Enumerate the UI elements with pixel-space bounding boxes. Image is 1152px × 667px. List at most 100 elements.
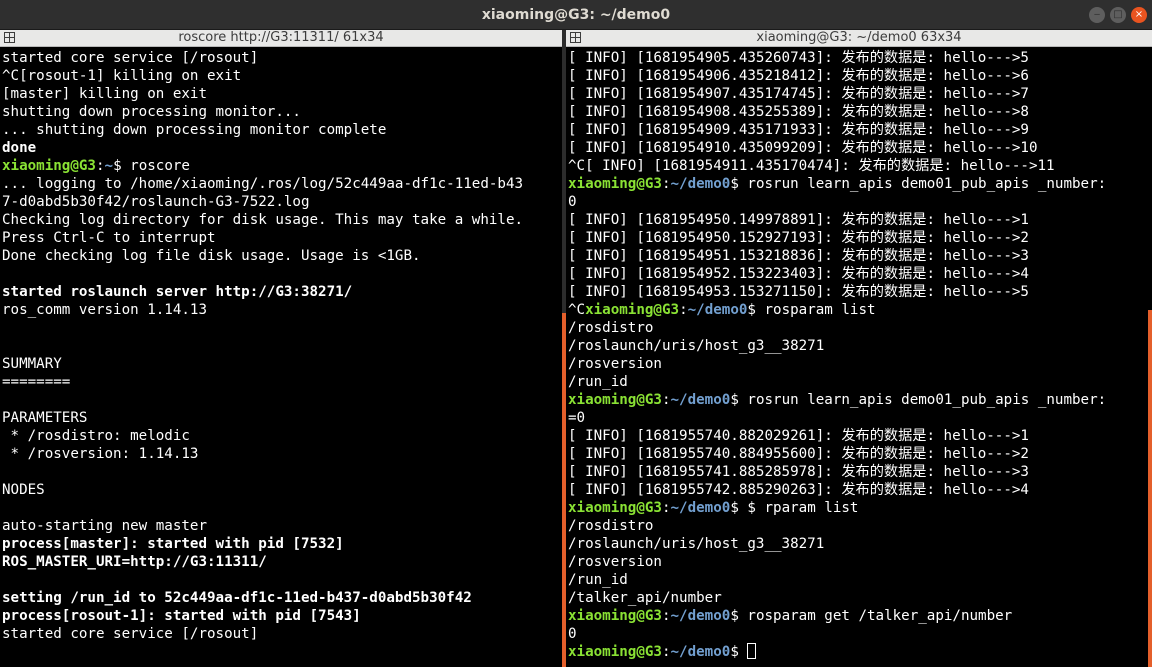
prompt-line: ^Cxiaoming@G3:~/demo0$ rosparam list bbox=[568, 301, 1106, 319]
minimize-button[interactable]: ‒ bbox=[1089, 7, 1105, 23]
terminal-text: =0 bbox=[568, 410, 586, 426]
terminal-text: /run_id bbox=[568, 374, 628, 390]
terminal-line: [ INFO] [1681955740.884955600]: 发布的数据是: … bbox=[568, 445, 1106, 463]
terminal-line: /run_id bbox=[568, 373, 1106, 391]
prompt-user: xiaoming@G3 bbox=[568, 644, 662, 660]
terminal-line: [ INFO] [1681954953.153271150]: 发布的数据是: … bbox=[568, 283, 1106, 301]
prompt-command: rosparam list bbox=[755, 302, 876, 318]
terminal-line: PARAMETERS bbox=[2, 409, 523, 427]
terminal-text: [ INFO] [1681955742.885290263]: 发布的数据是: … bbox=[568, 482, 1029, 498]
right-pane-title: xiaoming@G3: ~/demo0 63x34 bbox=[756, 30, 962, 45]
terminal-line: setting /run_id to 52c449aa-df1c-11ed-b4… bbox=[2, 589, 523, 607]
prompt-colon: : bbox=[661, 176, 671, 192]
maximize-icon: □ bbox=[1113, 9, 1123, 20]
terminal-cursor[interactable] bbox=[747, 643, 757, 659]
terminal-line: shutting down processing monitor... bbox=[2, 103, 523, 121]
terminal-text: /rosversion bbox=[568, 554, 662, 570]
window-titlebar[interactable]: xiaoming@G3: ~/demo0 ‒ □ × bbox=[0, 0, 1152, 30]
left-terminal-output: started core service [/rosout] ^C[rosout-… bbox=[2, 49, 523, 643]
terminal-text: [ INFO] [1681954910.435099209]: 发布的数据是: … bbox=[568, 140, 1038, 156]
terminal-text: shutting down processing monitor... bbox=[2, 104, 301, 120]
left-terminal-pane[interactable]: started core service [/rosout] ^C[rosout-… bbox=[0, 47, 562, 667]
close-icon: × bbox=[1134, 9, 1144, 20]
prompt-colon: : bbox=[661, 392, 671, 408]
prompt-dollar: $ bbox=[730, 176, 739, 192]
prompt-path: ~/demo0 bbox=[670, 392, 731, 408]
terminal-line: [ INFO] [1681954952.153223403]: 发布的数据是: … bbox=[568, 265, 1106, 283]
prompt-colon: : bbox=[661, 644, 671, 660]
prompt-colon: : bbox=[661, 608, 671, 624]
terminal-text: * /rosdistro: melodic bbox=[2, 428, 190, 444]
terminal-line: [ INFO] [1681954950.152927193]: 发布的数据是: … bbox=[568, 229, 1106, 247]
terminal-line: started core service [/rosout] bbox=[2, 49, 523, 67]
terminal-line: /rosdistro bbox=[568, 517, 1106, 535]
terminal-line: /roslaunch/uris/host_g3__38271 bbox=[568, 535, 1106, 553]
terminal-text: [ INFO] [1681954953.153271150]: 发布的数据是: … bbox=[568, 284, 1029, 300]
prompt-user: xiaoming@G3 bbox=[568, 392, 662, 408]
terminal-text: [master] killing on exit bbox=[2, 86, 207, 102]
right-pane-header[interactable]: xiaoming@G3: ~/demo0 63x34 bbox=[566, 30, 1152, 47]
prompt-dollar: $ bbox=[730, 608, 739, 624]
maximize-button[interactable]: □ bbox=[1110, 7, 1126, 23]
terminal-text: auto-starting new master bbox=[2, 518, 207, 534]
right-terminal-pane[interactable]: [ INFO] [1681954905.435260743]: 发布的数据是: … bbox=[566, 47, 1152, 667]
terminal-line: [master] killing on exit bbox=[2, 85, 523, 103]
terminal-text: SUMMARY bbox=[2, 356, 62, 372]
left-pane-title: roscore http://G3:11311/ 61x34 bbox=[178, 30, 384, 45]
terminal-line: [ INFO] [1681955742.885290263]: 发布的数据是: … bbox=[568, 481, 1106, 499]
terminal-text: [ INFO] [1681954907.435174745]: 发布的数据是: … bbox=[568, 86, 1029, 102]
terminal-line: ... logging to /home/xiaoming/.ros/log/5… bbox=[2, 175, 523, 193]
terminal-line: ^C[rosout-1] killing on exit bbox=[2, 67, 523, 85]
prompt-dollar: $ bbox=[730, 644, 739, 660]
terminal-text: ... logging to /home/xiaoming/.ros/log/5… bbox=[2, 176, 524, 192]
prompt-command: $ rparam list bbox=[738, 500, 859, 516]
terminal-text: * /rosversion: 1.14.13 bbox=[2, 446, 199, 462]
terminal-line: [ INFO] [1681954905.435260743]: 发布的数据是: … bbox=[568, 49, 1106, 67]
prompt-user: xiaoming@G3 bbox=[568, 608, 662, 624]
terminal-text: [ INFO] [1681955741.885285978]: 发布的数据是: … bbox=[568, 464, 1029, 480]
terminal-line: Press Ctrl-C to interrupt bbox=[2, 229, 523, 247]
right-edge-accent bbox=[1148, 310, 1152, 667]
terminal-line: ======== bbox=[2, 373, 523, 391]
terminal-line: [ INFO] [1681955741.885285978]: 发布的数据是: … bbox=[568, 463, 1106, 481]
prompt-colon: : bbox=[679, 302, 688, 318]
terminal-text: ^C[ INFO] [1681954911.435170474]: 发布的数据是… bbox=[568, 158, 1055, 174]
terminal-text: [ INFO] [1681954951.153218836]: 发布的数据是: … bbox=[568, 248, 1029, 264]
terminal-line: Done checking log file disk usage. Usage… bbox=[2, 247, 523, 265]
terminal-line: Checking log directory for disk usage. T… bbox=[2, 211, 523, 229]
terminal-text: [ INFO] [1681955740.882029261]: 发布的数据是: … bbox=[568, 428, 1029, 444]
left-pane-header[interactable]: roscore http://G3:11311/ 61x34 bbox=[0, 30, 562, 47]
prompt-line: xiaoming@G3:~/demo0$ rosrun learn_apis d… bbox=[568, 175, 1106, 193]
terminal-line: /roslaunch/uris/host_g3__38271 bbox=[568, 337, 1106, 355]
terminal-text: [ INFO] [1681954950.149978891]: 发布的数据是: … bbox=[568, 212, 1029, 228]
prompt-command: rosrun learn_apis demo01_pub_apis _numbe… bbox=[738, 176, 1107, 192]
close-button[interactable]: × bbox=[1131, 7, 1147, 23]
terminal-line: ROS_MASTER_URI=http://G3:11311/ bbox=[2, 553, 523, 571]
terminal-text: done bbox=[2, 140, 37, 156]
terminal-line: [ INFO] [1681955740.882029261]: 发布的数据是: … bbox=[568, 427, 1106, 445]
prompt-dollar: $ bbox=[747, 302, 756, 318]
terminal-text: /rosversion bbox=[568, 356, 662, 372]
terminal-line: [ INFO] [1681954910.435099209]: 发布的数据是: … bbox=[568, 139, 1106, 157]
prompt-line: xiaoming@G3:~/demo0$ $ rparam list bbox=[568, 499, 1106, 517]
prompt-path: ~/demo0 bbox=[670, 608, 731, 624]
terminal-text: 7-d0abd5b30f42/roslaunch-G3-7522.log bbox=[2, 194, 310, 210]
terminal-text: /rosdistro bbox=[568, 320, 654, 336]
terminal-text: [ INFO] [1681954952.153223403]: 发布的数据是: … bbox=[568, 266, 1029, 282]
prompt-dollar: $ bbox=[730, 392, 739, 408]
terminal-line: /rosdistro bbox=[568, 319, 1106, 337]
terminal-line: ros_comm version 1.14.13 bbox=[2, 301, 523, 319]
prompt-user: xiaoming@G3 bbox=[568, 500, 662, 516]
terminal-line: auto-starting new master bbox=[2, 517, 523, 535]
terminal-text: ======== bbox=[2, 374, 71, 390]
prompt-command bbox=[739, 644, 748, 660]
terminal-text: started roslaunch server http://G3:38271… bbox=[2, 284, 353, 300]
terminal-text: /run_id bbox=[568, 572, 628, 588]
prompt-prefix: ^C bbox=[568, 302, 586, 318]
